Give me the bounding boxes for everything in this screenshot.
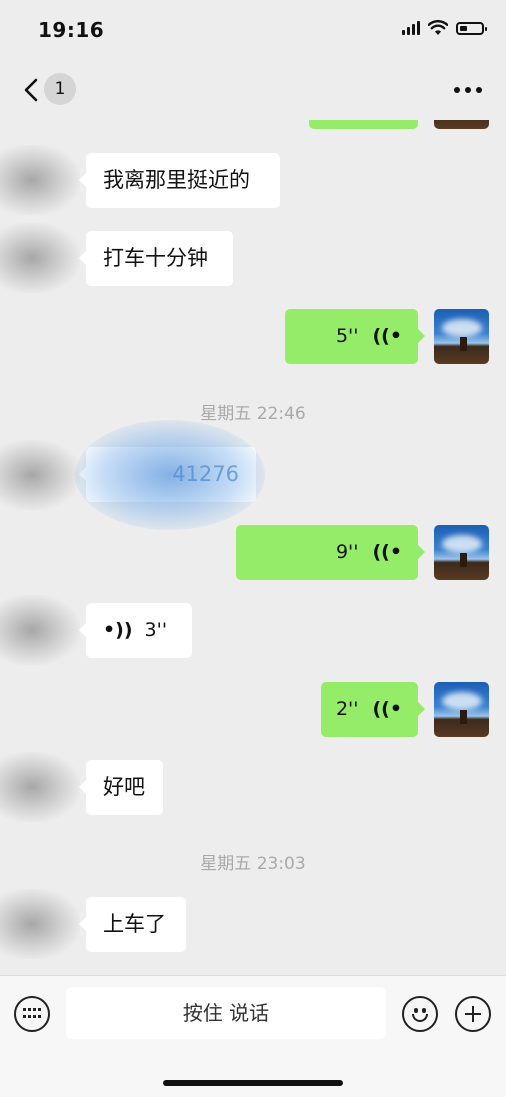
voice-duration: 5'' <box>335 325 359 347</box>
status-time: 19:16 <box>38 18 105 42</box>
redaction-blur <box>75 420 265 530</box>
message-text: 上车了 <box>103 912 166 936</box>
avatar-self[interactable] <box>434 682 489 737</box>
avatar-contact[interactable] <box>0 223 80 293</box>
message-bubble[interactable]: 打车十分钟 <box>79 231 233 286</box>
message-bubble[interactable]: 我离那里挺近的 <box>79 153 280 208</box>
voice-message-bubble[interactable]: 5'' ((• <box>285 309 425 364</box>
avatar-contact[interactable] <box>0 595 80 665</box>
avatar-contact[interactable] <box>0 440 80 510</box>
avatar-contact[interactable] <box>0 752 80 822</box>
avatar-self[interactable] <box>434 525 489 580</box>
message-text: 打车十分钟 <box>103 246 208 270</box>
timestamp: 星期五 23:03 <box>200 854 306 874</box>
message-bubble[interactable]: 上车了 <box>79 897 186 952</box>
battery-icon <box>456 21 487 35</box>
voice-wave-icon: •)) <box>103 619 133 641</box>
avatar-self[interactable] <box>434 120 489 129</box>
voice-message-bubble[interactable]: •)) 3'' <box>79 603 192 658</box>
keyboard-icon[interactable] <box>14 996 50 1032</box>
voice-duration: 9'' <box>335 541 359 563</box>
voice-wave-icon: ((• <box>372 325 402 347</box>
previous-message-bubble[interactable] <box>309 120 418 129</box>
voice-wave-icon: ((• <box>372 541 402 563</box>
status-bar: 19:16 <box>0 0 506 60</box>
nav-bar: 1 <box>0 60 506 120</box>
voice-message-bubble[interactable]: 9'' ((• <box>236 525 425 580</box>
avatar-self[interactable] <box>434 309 489 364</box>
hold-to-talk-button[interactable]: 按住 说话 <box>66 987 386 1039</box>
back-icon[interactable] <box>18 75 46 105</box>
avatar-contact[interactable] <box>0 889 80 959</box>
wifi-icon <box>428 20 448 35</box>
cellular-signal-icon <box>402 21 420 35</box>
voice-duration: 2'' <box>335 698 359 720</box>
emoji-icon[interactable] <box>402 996 438 1032</box>
timestamp: 星期五 22:46 <box>200 404 306 424</box>
home-indicator <box>163 1080 343 1086</box>
chat-area[interactable]: 我离那里挺近的 打车十分钟 5'' ((• 星期五 22:46 41276 9'… <box>0 120 506 975</box>
status-icons <box>402 20 487 36</box>
avatar-contact[interactable] <box>0 145 80 215</box>
voice-duration: 3'' <box>144 619 168 641</box>
voice-wave-icon: ((• <box>372 698 402 720</box>
more-icon[interactable] <box>452 80 484 100</box>
message-bubble[interactable]: 好吧 <box>79 760 163 815</box>
message-text: 我离那里挺近的 <box>103 168 250 192</box>
message-text: 好吧 <box>103 775 145 799</box>
voice-message-bubble[interactable]: 2'' ((• <box>321 682 425 737</box>
unread-badge[interactable]: 1 <box>44 73 76 105</box>
plus-icon[interactable] <box>455 996 491 1032</box>
input-bar: 按住 说话 <box>0 975 506 1097</box>
